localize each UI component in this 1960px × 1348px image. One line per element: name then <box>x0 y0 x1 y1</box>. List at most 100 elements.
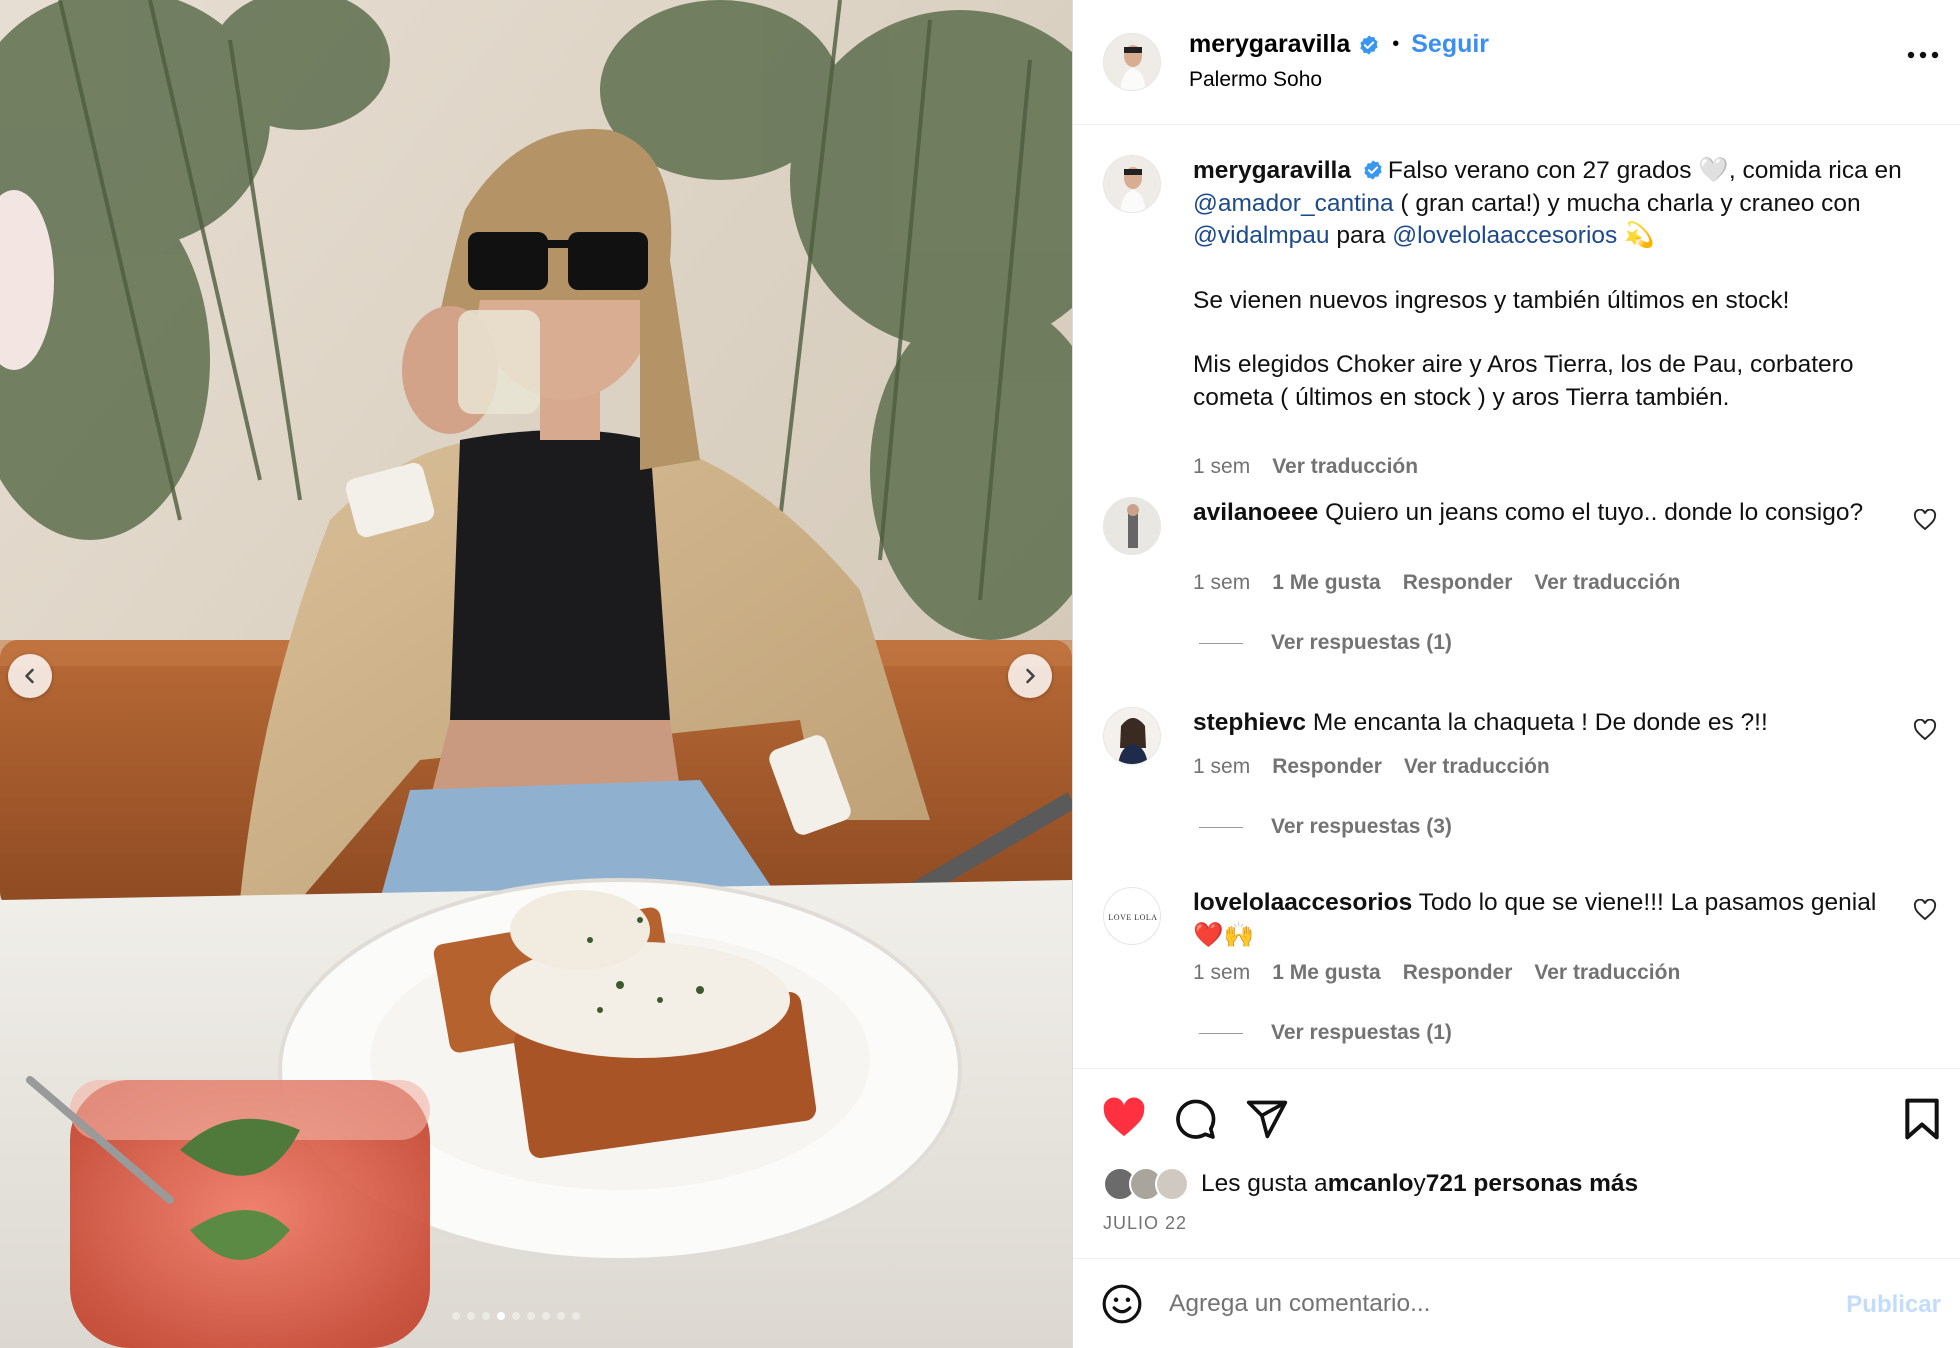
carousel-indicator <box>452 1312 580 1320</box>
verified-icon <box>1358 34 1380 56</box>
comment-time[interactable]: 1 sem <box>1193 571 1250 595</box>
caption-time[interactable]: 1 sem <box>1193 455 1250 479</box>
view-replies-button[interactable]: Ver respuestas (1) <box>1199 1021 1452 1045</box>
comment-time[interactable]: 1 sem <box>1193 961 1250 985</box>
author-avatar[interactable] <box>1103 33 1161 91</box>
carousel-dot <box>482 1312 490 1320</box>
commenter-avatar[interactable] <box>1103 497 1161 555</box>
carousel-dot <box>527 1312 535 1320</box>
carousel-dot <box>497 1312 505 1320</box>
carousel-dot <box>557 1312 565 1320</box>
reply-button[interactable]: Responder <box>1272 755 1382 779</box>
reply-button[interactable]: Responder <box>1403 571 1513 595</box>
caption-paragraph-3: Mis elegidos Choker aire y Aros Tierra, … <box>1193 351 1854 411</box>
comment-username[interactable]: avilanoeee <box>1193 499 1318 526</box>
caption-avatar[interactable] <box>1103 155 1161 213</box>
comment-text: stephievc Me encanta la chaqueta ! De do… <box>1193 707 1903 740</box>
carousel-dot <box>452 1312 460 1320</box>
replies-divider <box>1199 826 1243 828</box>
liker-username[interactable]: mcanlo <box>1328 1170 1414 1198</box>
chevron-right-icon <box>1026 668 1035 684</box>
carousel-dot <box>572 1312 580 1320</box>
translate-link[interactable]: Ver traducción <box>1404 755 1550 779</box>
comment-icon <box>1176 1099 1216 1139</box>
comment-button[interactable] <box>1173 1097 1217 1146</box>
author-username[interactable]: merygaravilla <box>1189 30 1350 59</box>
comment-username[interactable]: stephievc <box>1193 709 1306 736</box>
view-replies-button[interactable]: Ver respuestas (1) <box>1199 631 1452 655</box>
post-side-panel: merygaravilla • Seguir Palermo Soho mery… <box>1072 0 1960 1348</box>
caption-body-1: Falso verano con 27 grados 🤍, comida ric… <box>1387 157 1902 184</box>
carousel-next-button[interactable] <box>1008 654 1052 698</box>
emoji-button[interactable] <box>1101 1283 1143 1330</box>
comment-input[interactable] <box>1167 1281 1771 1327</box>
commenter-avatar[interactable] <box>1103 707 1161 765</box>
save-button[interactable] <box>1903 1097 1941 1146</box>
post-date[interactable]: JULIO 22 <box>1103 1213 1187 1234</box>
mention-link[interactable]: @lovelolaaccesorios <box>1392 222 1617 249</box>
replies-divider <box>1199 1032 1243 1034</box>
comment-body: Quiero un jeans como el tuyo.. donde lo … <box>1325 499 1864 526</box>
view-replies-label: Ver respuestas (3) <box>1271 815 1452 838</box>
heart-icon <box>1103 1097 1145 1137</box>
comment-likes[interactable]: 1 Me gusta <box>1272 961 1381 985</box>
instagram-post-view: merygaravilla • Seguir Palermo Soho mery… <box>0 0 1960 1348</box>
reply-button[interactable]: Responder <box>1403 961 1513 985</box>
comment-username[interactable]: lovelolaaccesorios <box>1193 889 1412 916</box>
likes-count[interactable]: 721 personas más <box>1426 1170 1638 1198</box>
post-location[interactable]: Palermo Soho <box>1189 68 1322 92</box>
caption-username[interactable]: merygaravilla <box>1193 157 1351 184</box>
caption-emoji: 💫 <box>1617 222 1655 249</box>
replies-divider <box>1199 642 1243 644</box>
more-icon <box>1907 51 1939 59</box>
carousel-prev-button[interactable] <box>8 654 52 698</box>
publish-button[interactable]: Publicar <box>1846 1291 1941 1319</box>
like-comment-button[interactable] <box>1913 718 1937 746</box>
like-comment-button[interactable] <box>1913 898 1937 926</box>
likes-summary[interactable]: Les gusta a mcanlo y 721 personas más <box>1103 1167 1638 1201</box>
comment-meta: 1 sem 1 Me gusta Responder Ver traducció… <box>1193 961 1680 985</box>
header-separator: • <box>1392 33 1400 55</box>
comment-composer: Publicar <box>1073 1258 1960 1348</box>
likes-prefix: Les gusta a <box>1201 1170 1328 1197</box>
share-icon <box>1246 1100 1288 1139</box>
comment-meta: 1 sem 1 Me gusta Responder Ver traducció… <box>1193 571 1680 595</box>
liker-avatars <box>1103 1167 1189 1201</box>
caption-text: merygaravilla Falso verano con 27 grados… <box>1193 155 1903 414</box>
heart-icon <box>1913 898 1937 921</box>
follow-button[interactable]: Seguir <box>1411 30 1489 59</box>
liker-avatar <box>1155 1167 1189 1201</box>
commenter-avatar[interactable]: LOVE LOLA <box>1103 887 1161 945</box>
comment-meta: 1 sem Responder Ver traducción <box>1193 755 1550 779</box>
verified-icon <box>1362 159 1384 181</box>
view-replies-label: Ver respuestas (1) <box>1271 1021 1452 1044</box>
like-button[interactable] <box>1101 1097 1147 1144</box>
post-header: merygaravilla • Seguir Palermo Soho <box>1073 0 1960 125</box>
post-actions: Les gusta a mcanlo y 721 personas más JU… <box>1073 1068 1960 1258</box>
chevron-left-icon <box>25 668 34 684</box>
like-comment-button[interactable] <box>1913 508 1937 536</box>
comments-list[interactable]: merygaravilla Falso verano con 27 grados… <box>1073 125 1960 1068</box>
avatar-brand-text: LOVE LOLA <box>1108 912 1158 922</box>
carousel-dot <box>467 1312 475 1320</box>
mention-link[interactable]: @amador_cantina <box>1193 190 1394 217</box>
caption-body-3: para <box>1329 222 1393 249</box>
share-button[interactable] <box>1245 1097 1289 1146</box>
translate-link[interactable]: Ver traducción <box>1272 455 1418 479</box>
comment-likes[interactable]: 1 Me gusta <box>1272 571 1381 595</box>
carousel-dot <box>512 1312 520 1320</box>
translate-link[interactable]: Ver traducción <box>1534 961 1680 985</box>
caption-paragraph-2: Se vienen nuevos ingresos y también últi… <box>1193 286 1790 314</box>
emoji-icon <box>1102 1284 1142 1324</box>
heart-icon <box>1913 508 1937 531</box>
translate-link[interactable]: Ver traducción <box>1534 571 1680 595</box>
heart-icon <box>1913 718 1937 741</box>
view-replies-label: Ver respuestas (1) <box>1271 631 1452 654</box>
mention-link[interactable]: @vidalmpau <box>1193 222 1330 249</box>
comment-time[interactable]: 1 sem <box>1193 755 1250 779</box>
comment-body: Me encanta la chaqueta ! De donde es ?!! <box>1312 709 1768 736</box>
view-replies-button[interactable]: Ver respuestas (3) <box>1199 815 1452 839</box>
likes-conj: y <box>1413 1170 1426 1197</box>
caption-body-2: ( gran carta!) y mucha charla y craneo c… <box>1393 189 1861 217</box>
more-options-button[interactable] <box>1907 46 1939 64</box>
